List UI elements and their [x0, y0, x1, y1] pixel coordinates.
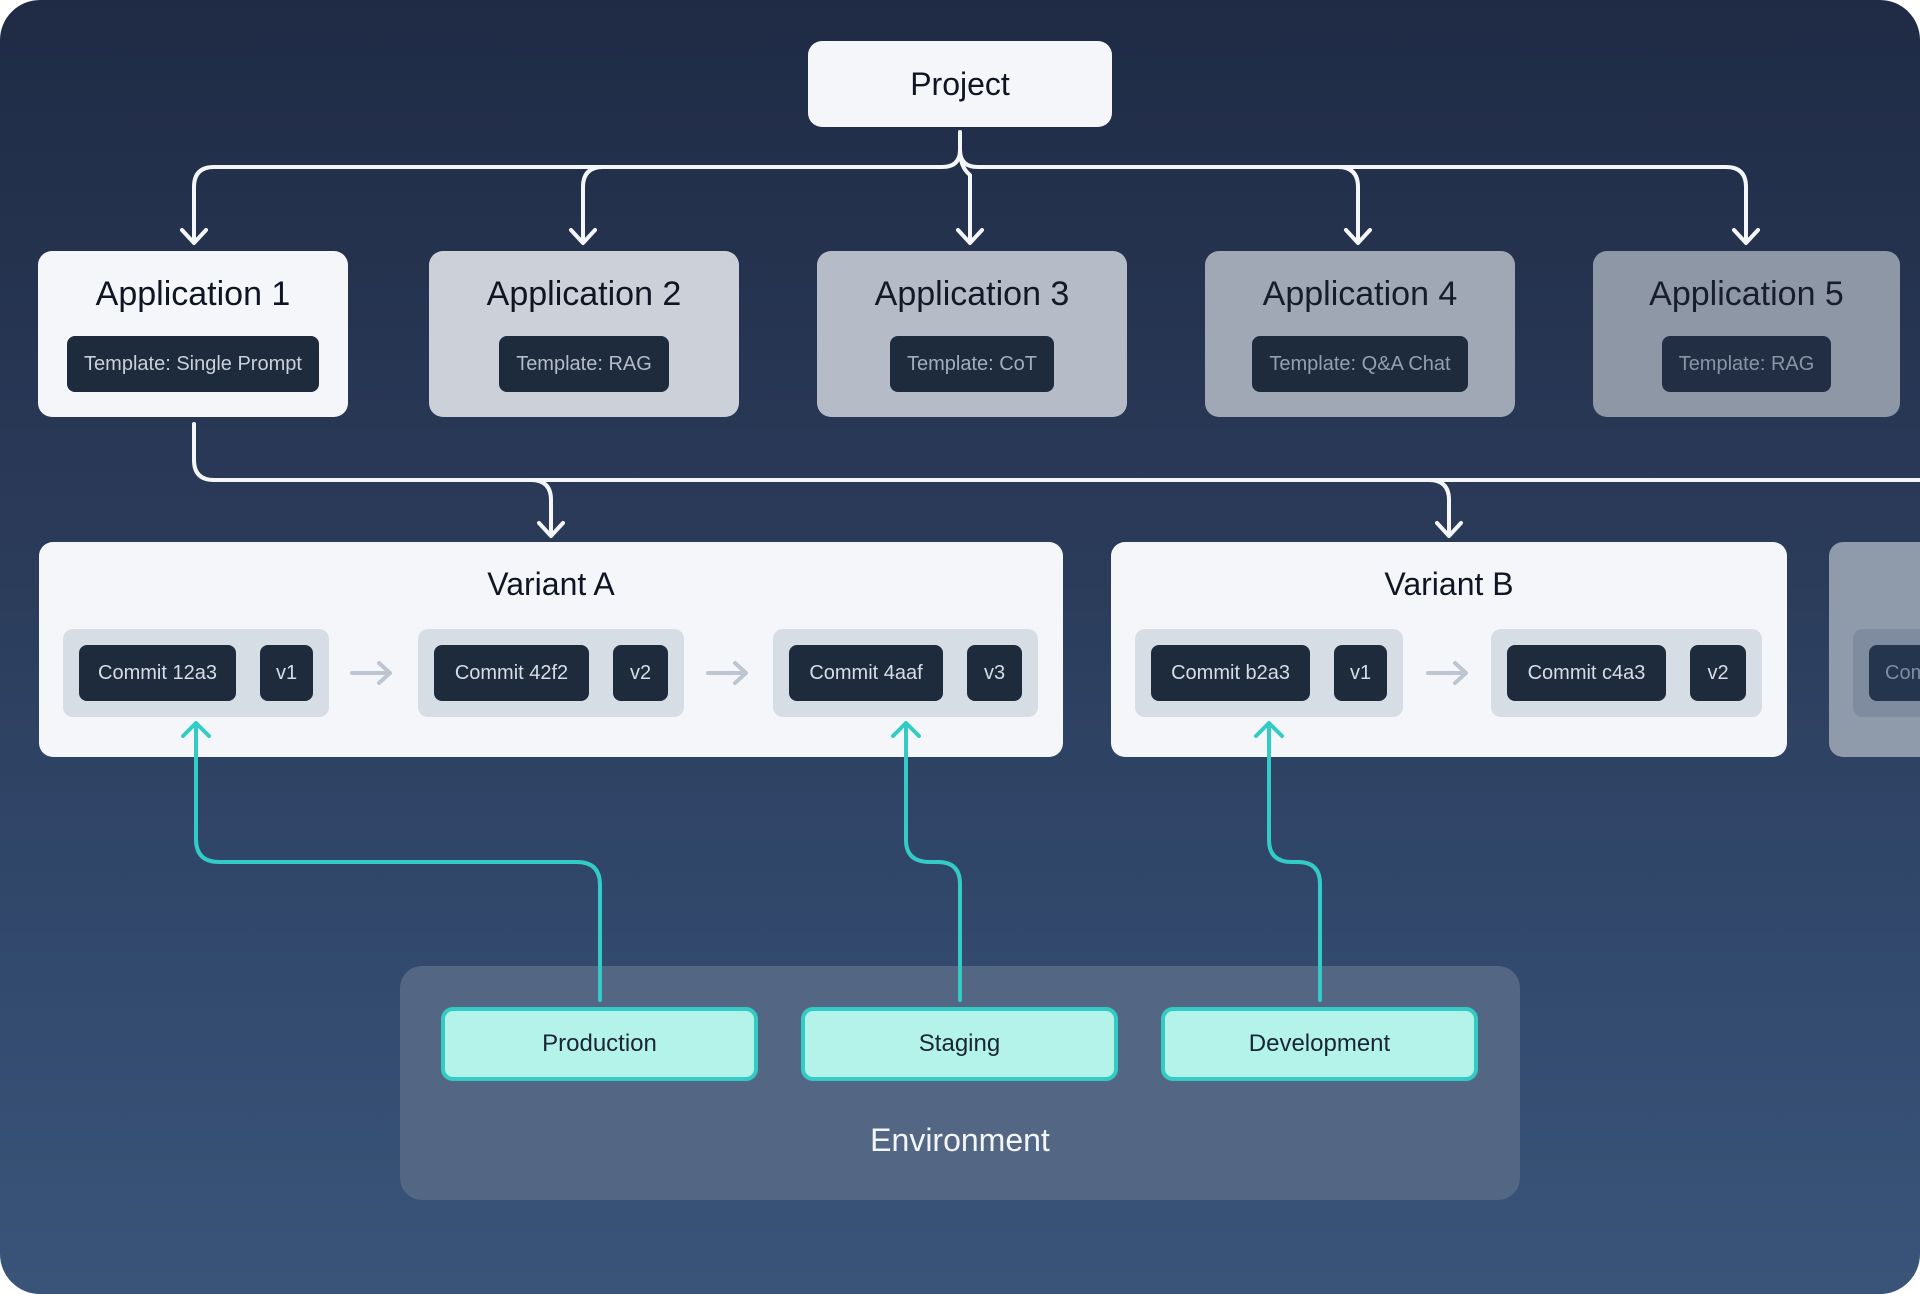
- commit-hash: Com: [1869, 645, 1920, 701]
- template-badge: Template: CoT: [889, 336, 1055, 392]
- environment-staging[interactable]: Staging: [801, 1007, 1118, 1081]
- commit-group[interactable]: Commit 42f2 v2: [418, 629, 684, 717]
- arrow-right-icon: [350, 661, 392, 685]
- environment-production[interactable]: Production: [441, 1007, 758, 1081]
- variant-title: Variant B: [1384, 566, 1514, 602]
- application-node-3[interactable]: Application 3 Template: CoT: [817, 251, 1127, 417]
- connector-to-variant-a: [529, 478, 553, 537]
- template-badge: Template: Single Prompt: [67, 336, 319, 392]
- arrowhead-app-1: [180, 228, 208, 245]
- commit-hash: Commit 4aaf: [789, 645, 943, 701]
- staging-to-commit-4aaf: [904, 722, 962, 1002]
- template-badge: Template: RAG: [1661, 336, 1832, 392]
- version-badge: v2: [1690, 645, 1746, 701]
- application-node-5[interactable]: Application 5 Template: RAG: [1593, 251, 1900, 417]
- app-1-to-variants-connector: [192, 422, 1920, 482]
- arrowhead-app-5: [1732, 228, 1760, 245]
- version-badge: v2: [613, 645, 668, 701]
- version-badge: v1: [260, 645, 313, 701]
- arrowhead-app-4: [1344, 228, 1372, 245]
- application-title: Application 3: [874, 275, 1070, 313]
- version-badge: v3: [967, 645, 1022, 701]
- commit-hash: Commit 12a3: [79, 645, 236, 701]
- connector-to-app-2: [581, 165, 605, 244]
- application-node-4[interactable]: Application 4 Template: Q&A Chat: [1205, 251, 1515, 417]
- variant-title: Variant A: [487, 566, 615, 602]
- arrowhead-variant-b: [1435, 521, 1463, 538]
- commit-group[interactable]: Com: [1853, 629, 1920, 717]
- connector-to-app-3: [958, 148, 972, 244]
- application-node-2[interactable]: Application 2 Template: RAG: [429, 251, 739, 417]
- environment-development[interactable]: Development: [1161, 1007, 1478, 1081]
- variant-c-node[interactable]: Com: [1829, 542, 1920, 757]
- variant-b-node[interactable]: Variant B Commit b2a3 v1 Commit c4a3 v2: [1111, 542, 1787, 757]
- variant-a-node[interactable]: Variant A Commit 12a3 v1 Commit 42f2 v2 …: [39, 542, 1063, 757]
- application-node-1[interactable]: Application 1 Template: Single Prompt: [38, 251, 348, 417]
- commit-hash: Commit 42f2: [434, 645, 589, 701]
- commit-group[interactable]: Commit b2a3 v1: [1135, 629, 1403, 717]
- template-badge: Template: RAG: [499, 336, 669, 392]
- application-title: Application 4: [1262, 275, 1458, 313]
- arrowhead-app-3: [956, 228, 984, 245]
- commit-group[interactable]: Commit 4aaf v3: [773, 629, 1038, 717]
- development-to-commit-b2a3: [1267, 722, 1322, 1002]
- project-node[interactable]: Project: [808, 41, 1112, 127]
- commit-hash: Commit b2a3: [1151, 645, 1311, 701]
- commit-group[interactable]: Commit 12a3 v1: [63, 629, 329, 717]
- arrowhead-variant-a: [537, 521, 565, 538]
- arrow-right-icon: [706, 661, 748, 685]
- connector-to-app-4: [958, 148, 1360, 244]
- application-title: Application 5: [1649, 275, 1844, 313]
- production-to-commit-12a3: [194, 722, 602, 1002]
- diagram-canvas: Project Application 1 Template: Single P…: [0, 0, 1920, 1294]
- connector-to-app-5: [1336, 165, 1748, 244]
- application-title: Application 2: [486, 275, 682, 313]
- arrow-right-icon: [1426, 661, 1468, 685]
- commit-group[interactable]: Commit c4a3 v2: [1491, 629, 1762, 717]
- application-title: Application 1: [95, 275, 291, 313]
- project-label: Project: [910, 65, 1010, 102]
- template-badge: Template: Q&A Chat: [1252, 336, 1468, 392]
- version-badge: v1: [1334, 645, 1387, 701]
- arrowhead-app-2: [569, 228, 597, 245]
- environment-label: Environment: [870, 1122, 1050, 1158]
- connector-to-variant-b: [1427, 478, 1451, 537]
- environment-panel: Production Staging Development Environme…: [400, 966, 1520, 1200]
- commit-hash: Commit c4a3: [1507, 645, 1666, 701]
- project-trunk-connector: [192, 130, 962, 244]
